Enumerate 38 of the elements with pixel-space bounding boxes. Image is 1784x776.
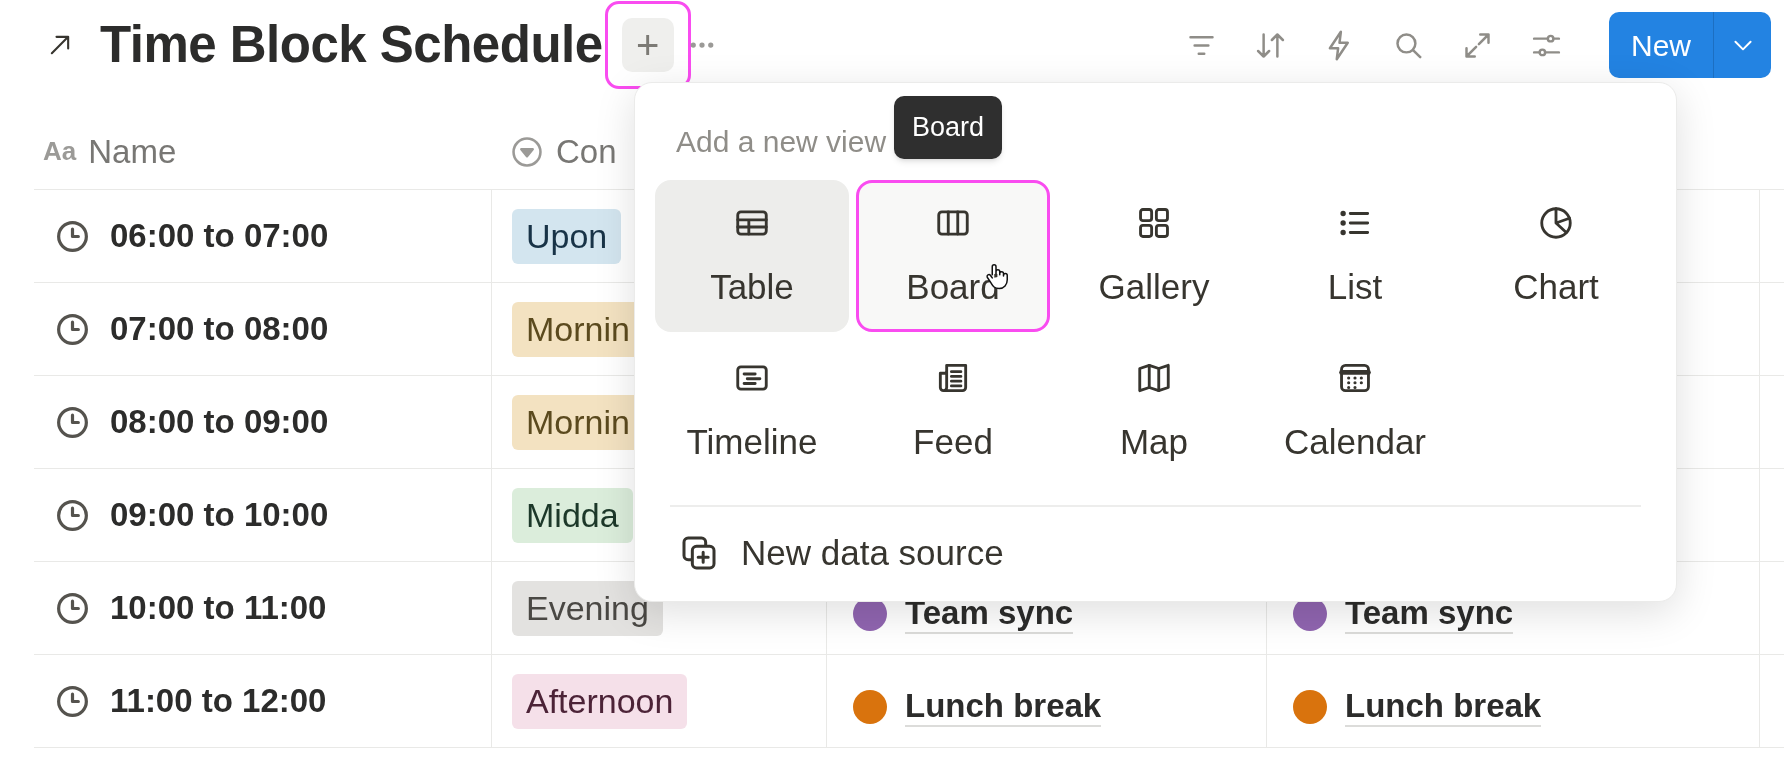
view-option[interactable]: Timeline — [655, 335, 849, 487]
view-option[interactable]: Chart — [1459, 180, 1653, 332]
clock-icon — [55, 404, 90, 440]
time-range: 11:00 to 12:00 — [110, 681, 327, 722]
clock-icon — [55, 218, 90, 254]
tag: Afternoon — [512, 673, 688, 729]
event-link[interactable]: Lunch break — [1345, 687, 1542, 727]
time-range: 08:00 to 09:00 — [110, 402, 329, 443]
view-option[interactable]: Gallery — [1057, 180, 1251, 332]
view-option[interactable]: Table — [655, 180, 849, 332]
tooltip: Board — [894, 96, 1003, 159]
view-option[interactable]: List — [1258, 180, 1452, 332]
tag: Evening — [512, 580, 663, 636]
tag: Midda — [512, 487, 633, 543]
select-type-icon — [510, 134, 544, 169]
view-option[interactable]: Feed — [856, 335, 1050, 487]
text-type-icon: Aa — [43, 132, 77, 171]
column-header[interactable]: Con — [556, 126, 617, 177]
clock-icon — [55, 590, 90, 626]
new-button[interactable]: New — [1609, 12, 1713, 78]
tag: Upon — [512, 208, 622, 264]
time-range: 10:00 to 11:00 — [110, 588, 327, 629]
new-data-source-button[interactable]: New data source — [679, 527, 1004, 580]
page-title: Time Block Schedule — [100, 14, 603, 75]
time-range: 09:00 to 10:00 — [110, 495, 329, 536]
add-view-button[interactable]: + — [621, 18, 674, 72]
chart-icon — [1537, 204, 1575, 242]
clock-icon — [55, 683, 90, 719]
time-range: 07:00 to 08:00 — [110, 309, 329, 350]
time-range: 06:00 to 07:00 — [110, 216, 329, 257]
column-header[interactable]: Name — [88, 126, 177, 177]
view-option[interactable]: Map — [1057, 335, 1251, 487]
new-dropdown-button[interactable] — [1713, 12, 1771, 78]
menu-heading: Add a new view — [676, 124, 887, 160]
clock-icon — [55, 311, 90, 347]
event-link[interactable]: Lunch break — [905, 687, 1102, 727]
view-option[interactable]: Calendar — [1258, 335, 1452, 487]
clock-icon — [55, 497, 90, 533]
